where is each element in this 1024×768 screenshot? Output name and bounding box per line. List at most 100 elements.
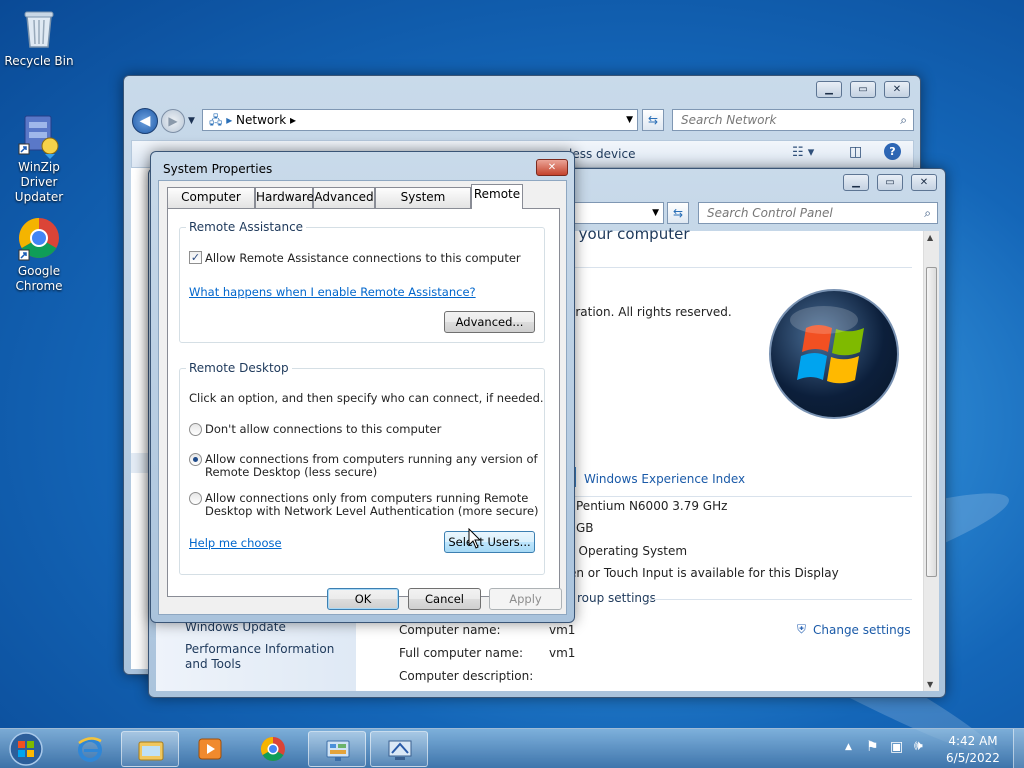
radio-allow-nla-only-label-1[interactable]: Allow connections only from computers ru… <box>205 491 528 505</box>
refresh-button[interactable]: ⇆ <box>667 202 689 224</box>
search-input[interactable]: Search Control Panel ⌕ <box>698 202 938 224</box>
page-heading: t your computer <box>568 225 690 243</box>
radio-allow-any-version[interactable] <box>189 453 202 466</box>
tab-hardware[interactable]: Hardware <box>255 187 314 208</box>
taskbar: ▲ ⚑ ▣ 🕪 4:42 AM 6/5/2022 <box>0 728 1024 768</box>
remote-desktop-title: Remote Desktop <box>186 361 292 375</box>
scroll-up-arrow[interactable]: ▲ <box>927 233 933 242</box>
minimize-button[interactable]: ▁ <box>816 81 842 98</box>
uac-shield-icon: ⛨ <box>797 622 807 636</box>
close-button[interactable]: ✕ <box>536 159 568 176</box>
radio-dont-allow-label[interactable]: Don't allow connections to this computer <box>205 422 441 436</box>
taskbar-google-chrome[interactable] <box>244 731 302 767</box>
windows-experience-index-link[interactable]: Windows Experience Index <box>584 472 745 486</box>
search-input[interactable]: Search Network ⌕ <box>672 109 914 131</box>
advanced-button[interactable]: Advanced... <box>444 311 535 333</box>
chrome-icon <box>17 216 61 261</box>
chrome-icon <box>259 735 287 763</box>
ok-button[interactable]: OK <box>327 588 399 610</box>
action-center-flag-icon[interactable]: ⚑ <box>866 739 879 755</box>
radio-allow-nla-only[interactable] <box>189 492 202 505</box>
taskbar-internet-explorer[interactable] <box>61 731 119 767</box>
remote-assistance-title: Remote Assistance <box>186 220 307 234</box>
scroll-thumb[interactable] <box>926 267 937 577</box>
desktop-icon-winzip-driver-updater[interactable]: WinZip Driver Updater <box>1 112 77 205</box>
pen-touch-value: en or Touch Input is available for this … <box>569 566 839 580</box>
computer-name-value: vm1 <box>549 623 576 637</box>
winzip-driver-updater-icon <box>17 112 61 159</box>
memory-value: GB <box>576 521 594 535</box>
system-properties-dialog[interactable]: System Properties ✕ Computer Name Hardwa… <box>150 151 575 623</box>
desktop-icon-label: Google Chrome <box>15 264 63 293</box>
address-bar[interactable]: 🖧 ▸ Network ▸ ▼ <box>202 109 638 131</box>
start-button[interactable] <box>6 731 46 767</box>
computer-name-label: Computer name: <box>399 623 501 637</box>
media-player-icon <box>196 735 224 763</box>
radio-dont-allow[interactable] <box>189 423 202 436</box>
maximize-button[interactable]: ▭ <box>850 81 876 98</box>
allow-remote-assistance-label[interactable]: Allow Remote Assistance connections to t… <box>205 251 521 265</box>
taskbar-control-panel[interactable] <box>308 731 366 767</box>
performance-info-link[interactable]: Performance Information and Tools <box>185 642 355 672</box>
address-dropdown[interactable]: ▼ <box>652 203 659 223</box>
address-text: Network <box>236 113 287 127</box>
network-tray-icon[interactable]: ▣ <box>890 739 903 755</box>
network-icon: 🖧 ▸ <box>209 113 237 127</box>
vertical-scrollbar[interactable]: ▲ ▼ <box>923 231 939 691</box>
copyright-text: oration. All rights reserved. <box>568 305 732 319</box>
clock-time[interactable]: 4:42 AM <box>940 734 1006 748</box>
remote-desktop-group: Remote Desktop Click an option, and then… <box>179 361 545 575</box>
refresh-button[interactable]: ⇆ <box>642 109 664 131</box>
apply-button[interactable]: Apply <box>489 588 562 610</box>
change-settings-link[interactable]: Change settings <box>813 623 911 637</box>
view-options-icon[interactable]: ☷ ▾ <box>792 145 814 160</box>
tab-advanced[interactable]: Advanced <box>313 187 375 208</box>
radio-allow-any-version-label-1[interactable]: Allow connections from computers running… <box>205 452 538 466</box>
scroll-down-arrow[interactable]: ▼ <box>927 680 933 689</box>
search-icon: ⌕ <box>924 206 931 220</box>
radio-allow-any-version-label-2[interactable]: Remote Desktop (less secure) <box>205 465 377 479</box>
recent-pages-dropdown[interactable]: ▼ <box>188 116 195 126</box>
select-users-button[interactable]: Select Users... <box>444 531 535 553</box>
minimize-button[interactable]: ▁ <box>843 174 869 191</box>
volume-icon[interactable]: 🕪 <box>914 738 923 754</box>
tab-system-protection[interactable]: System Protection <box>375 187 471 223</box>
system-properties-icon <box>386 736 414 764</box>
mouse-cursor-icon <box>468 527 482 550</box>
desktop-icon-label: Recycle Bin <box>4 54 74 68</box>
taskbar-windows-explorer[interactable] <box>121 731 179 767</box>
address-bar[interactable]: ▼ <box>569 202 664 224</box>
show-hidden-icons-button[interactable]: ▲ <box>845 742 852 752</box>
taskbar-system-properties[interactable] <box>370 731 428 767</box>
internet-explorer-icon <box>76 735 104 763</box>
help-icon[interactable]: ? <box>884 143 901 160</box>
full-computer-name-label: Full computer name: <box>399 646 524 660</box>
tab-remote[interactable]: Remote <box>471 184 523 209</box>
cancel-button[interactable]: Cancel <box>408 588 481 610</box>
desktop-icon-label: WinZip Driver Updater <box>14 160 64 204</box>
taskbar-media-player[interactable] <box>181 731 239 767</box>
command-bar-text: less device <box>569 147 636 161</box>
help-me-choose-link[interactable]: Help me choose <box>189 536 282 550</box>
allow-remote-assistance-checkbox[interactable]: ✓ <box>189 251 202 264</box>
search-icon: ⌕ <box>900 113 907 127</box>
forward-button[interactable]: ▶ <box>161 109 185 133</box>
remote-assistance-group: Remote Assistance ✓ Allow Remote Assista… <box>179 220 545 343</box>
show-desktop-button[interactable] <box>1013 729 1024 768</box>
remote-assistance-help-link[interactable]: What happens when I enable Remote Assist… <box>189 285 476 299</box>
radio-allow-nla-only-label-2[interactable]: Desktop with Network Level Authenticatio… <box>205 504 539 518</box>
preview-pane-icon[interactable]: ◫ <box>849 144 862 160</box>
clock-date[interactable]: 6/5/2022 <box>940 751 1006 765</box>
remote-desktop-intro: Click an option, and then specify who ca… <box>189 391 544 405</box>
dialog-body: Computer Name Hardware Advanced System P… <box>158 180 567 615</box>
close-button[interactable]: ✕ <box>884 81 910 98</box>
address-dropdown[interactable]: ▼ <box>626 110 633 130</box>
maximize-button[interactable]: ▭ <box>877 174 903 191</box>
desktop-icon-recycle-bin[interactable]: Recycle Bin <box>1 6 77 69</box>
system-type-value: t Operating System <box>570 544 688 558</box>
tab-computer-name[interactable]: Computer Name <box>167 187 255 223</box>
back-button[interactable]: ◀ <box>132 108 158 134</box>
close-button[interactable]: ✕ <box>911 174 937 191</box>
desktop-icon-google-chrome[interactable]: Google Chrome <box>1 216 77 294</box>
group-settings-heading: roup settings <box>577 591 656 605</box>
